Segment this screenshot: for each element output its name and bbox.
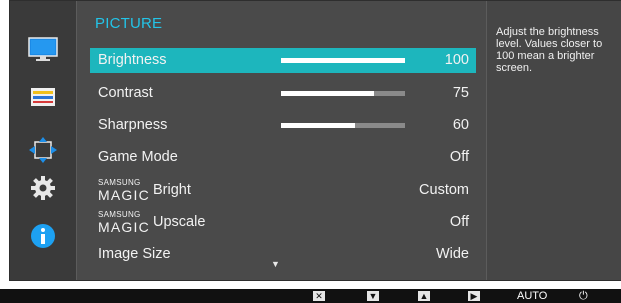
osd-panel: PICTURE Brightness 100 Contrast 75 Sharp… bbox=[9, 0, 621, 281]
row-label: Image Size bbox=[98, 246, 171, 262]
auto-button[interactable]: AUTO bbox=[517, 290, 547, 302]
brand-small: SAMSUNG bbox=[98, 178, 141, 187]
contrast-row[interactable]: Contrast 75 bbox=[90, 81, 476, 106]
close-icon[interactable]: ✕ bbox=[313, 290, 325, 302]
brightness-slider[interactable] bbox=[281, 58, 405, 63]
row-label: Brightness bbox=[98, 52, 167, 68]
row-value: Off bbox=[449, 149, 469, 165]
brightness-row[interactable]: Brightness 100 bbox=[90, 48, 476, 73]
row-value: Off bbox=[449, 214, 469, 230]
menu-title: PICTURE bbox=[95, 15, 163, 32]
row-value: Custom bbox=[419, 182, 469, 198]
description-panel: Adjust the brightness level. Values clos… bbox=[487, 1, 621, 280]
slider-fill bbox=[281, 123, 356, 128]
sharpness-row[interactable]: Sharpness 60 bbox=[90, 113, 476, 138]
gear-icon[interactable] bbox=[26, 173, 60, 203]
monitor-icon[interactable] bbox=[26, 35, 60, 65]
info-icon[interactable] bbox=[26, 221, 60, 251]
magic-upscale-row[interactable]: SAMSUNG MAGIC Upscale Off bbox=[90, 210, 476, 235]
brand-big: MAGIC bbox=[98, 219, 150, 235]
row-value: 75 bbox=[452, 85, 469, 101]
row-value: Wide bbox=[435, 246, 469, 262]
down-icon[interactable]: ▼ bbox=[367, 290, 379, 302]
game-mode-row[interactable]: Game Mode Off bbox=[90, 145, 476, 170]
enter-icon[interactable]: ▶ bbox=[468, 290, 480, 302]
row-label: Sharpness bbox=[98, 117, 168, 133]
brand-small: SAMSUNG bbox=[98, 210, 141, 219]
power-icon[interactable]: ⏻ bbox=[579, 290, 588, 302]
contrast-slider[interactable] bbox=[281, 91, 405, 96]
row-label: Upscale bbox=[153, 214, 206, 230]
row-label: Contrast bbox=[98, 85, 153, 101]
image-size-row[interactable]: Image Size Wide bbox=[90, 242, 476, 267]
description-text: Adjust the brightness level. Values clos… bbox=[496, 26, 603, 74]
row-value: 100 bbox=[444, 52, 469, 68]
row-label: Game Mode bbox=[98, 149, 178, 165]
picture-menu: PICTURE Brightness 100 Contrast 75 Sharp… bbox=[76, 1, 487, 280]
up-icon[interactable]: ▲ bbox=[418, 290, 430, 302]
down-arrow-icon[interactable]: ▼ bbox=[271, 259, 280, 269]
color-bars-icon[interactable] bbox=[26, 82, 60, 112]
brand-big: MAGIC bbox=[98, 187, 150, 203]
slider-fill bbox=[281, 91, 374, 96]
position-arrows-icon[interactable] bbox=[26, 135, 60, 165]
row-label: Bright bbox=[153, 182, 191, 198]
sharpness-slider[interactable] bbox=[281, 123, 405, 128]
row-value: 60 bbox=[452, 117, 469, 133]
button-guide-bar: ✕ ▼ ▲ ▶ AUTO ⏻ bbox=[0, 289, 621, 303]
osd-sidebar bbox=[10, 1, 76, 280]
magic-bright-row[interactable]: SAMSUNG MAGIC Bright Custom bbox=[90, 178, 476, 203]
slider-fill bbox=[281, 58, 405, 63]
